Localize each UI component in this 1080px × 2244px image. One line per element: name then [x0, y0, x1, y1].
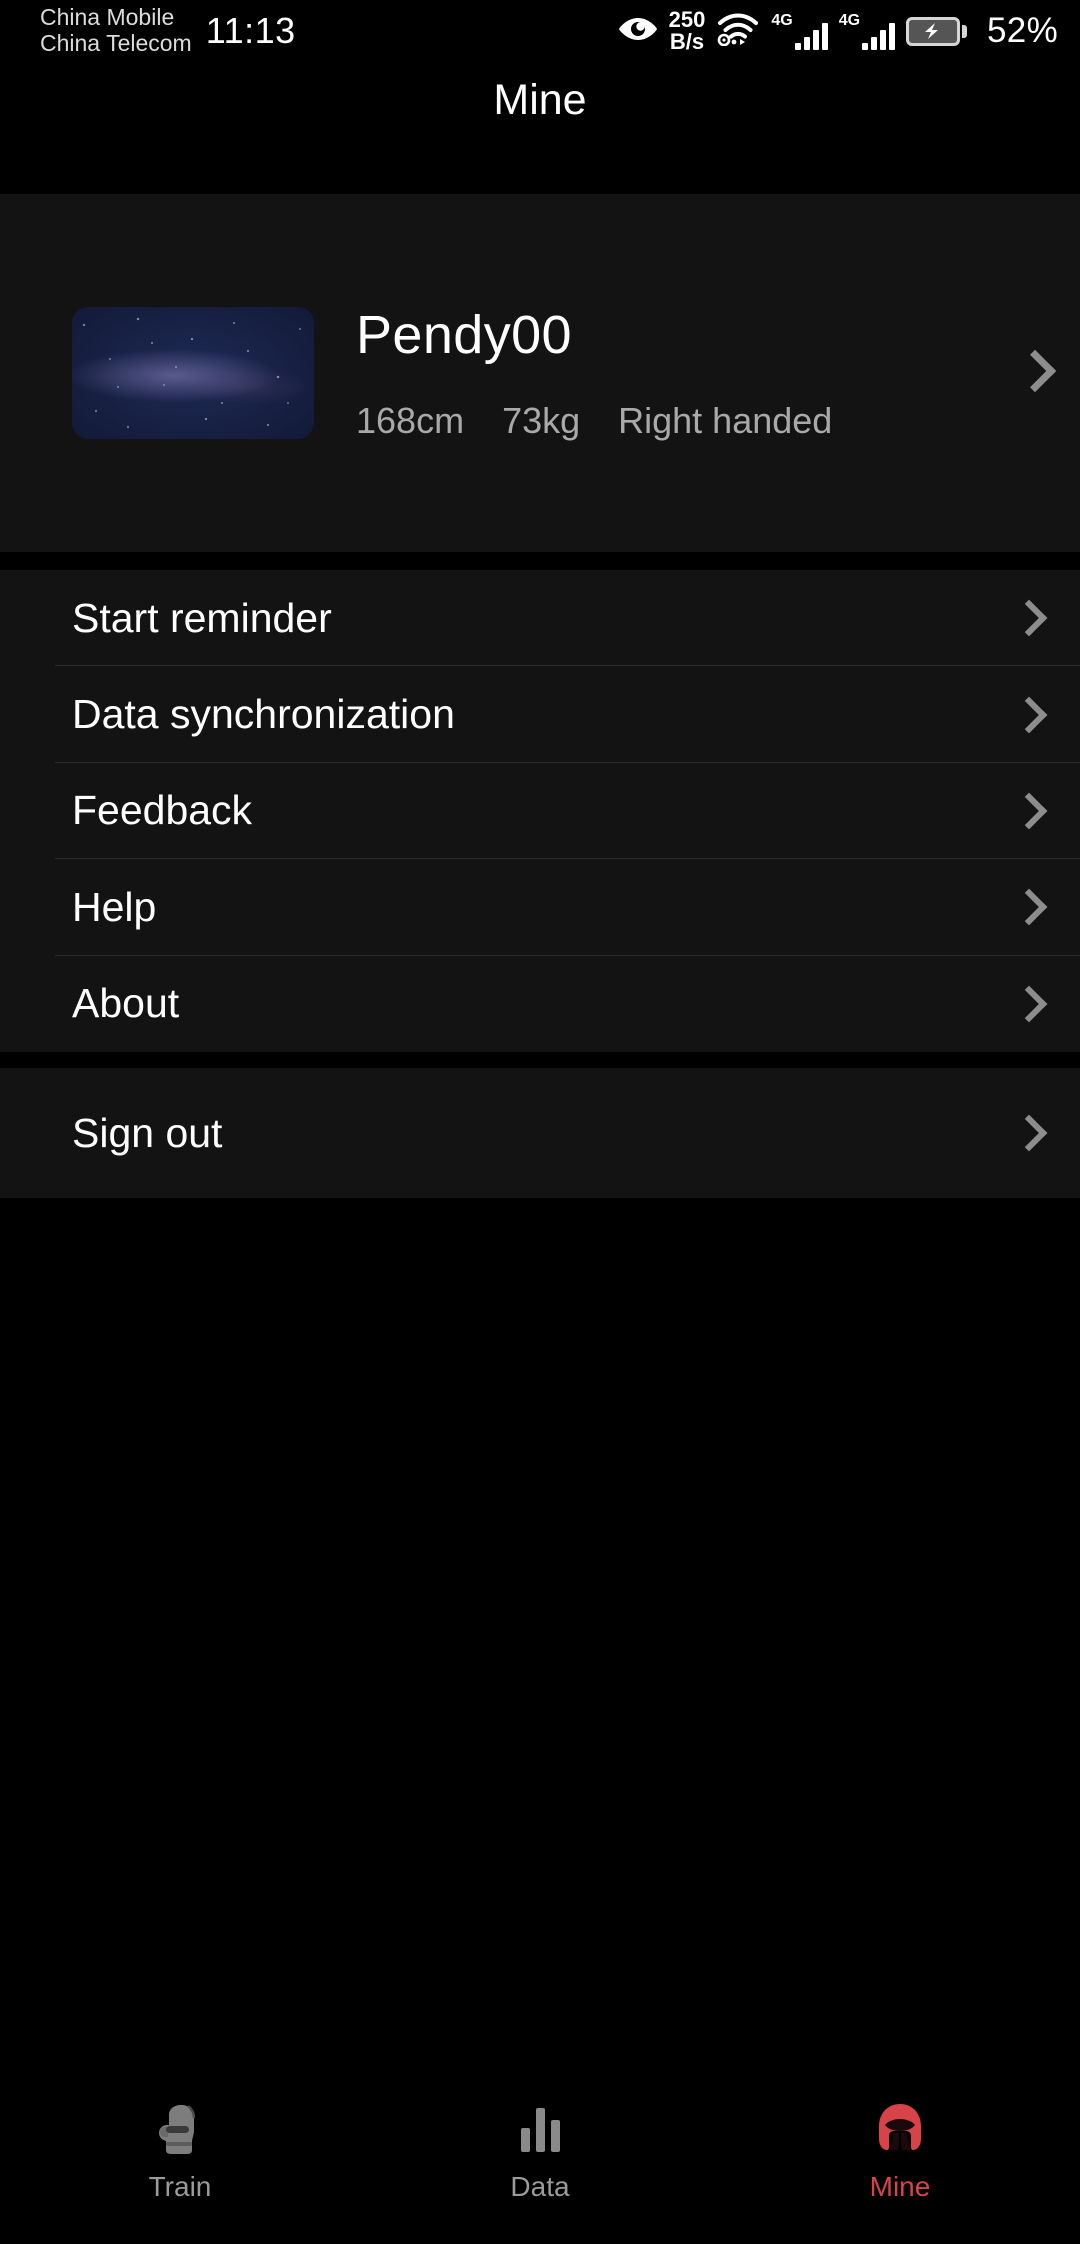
- chevron-right-icon: [1010, 1114, 1048, 1152]
- net-speed-unit: B/s: [669, 29, 705, 54]
- chevron-right-icon: [1010, 696, 1048, 733]
- menu-item-label: Feedback: [72, 787, 253, 834]
- page-title: Mine: [493, 75, 587, 124]
- signal-indicator-1: 4G: [771, 12, 828, 50]
- app-screen: China Mobile China Telecom 11:13 250 B/s: [0, 0, 1080, 2244]
- signal-1-label: 4G: [771, 12, 793, 29]
- menu-item-data-synchronization[interactable]: Data synchronization: [0, 666, 1080, 763]
- signal-2-bars: [862, 20, 896, 50]
- signout-group: Sign out: [0, 1068, 1080, 1198]
- profile-handedness: Right handed: [618, 400, 833, 441]
- nav-tab-label: Train: [148, 2171, 212, 2202]
- page-header: Mine: [0, 62, 1080, 138]
- nav-tab-data[interactable]: Data: [360, 2100, 720, 2203]
- starfield-avatar[interactable]: [72, 307, 314, 439]
- nav-tab-train[interactable]: Train: [0, 2100, 360, 2203]
- status-bar: China Mobile China Telecom 11:13 250 B/s: [0, 0, 1080, 62]
- menu-item-sign-out[interactable]: Sign out: [0, 1068, 1080, 1198]
- menu-item-label: Sign out: [72, 1109, 223, 1156]
- bar-chart-icon: [511, 2100, 569, 2158]
- menu-item-label: About: [72, 980, 180, 1027]
- menu-item-about[interactable]: About: [0, 956, 1080, 1052]
- chevron-right-icon: [1010, 792, 1048, 830]
- profile-stats: 168cm 73kg Right handed: [356, 400, 832, 442]
- carrier-labels: China Mobile China Telecom: [40, 4, 192, 57]
- chevron-right-icon: [1010, 985, 1048, 1023]
- signal-2-label: 4G: [838, 12, 861, 29]
- chevron-right-icon: [1010, 888, 1048, 926]
- menu-item-label: Start reminder: [72, 594, 332, 641]
- boxing-headgear-icon: [871, 2100, 929, 2158]
- nav-tab-mine[interactable]: Mine: [720, 2100, 1080, 2203]
- chevron-right-icon: [1013, 349, 1057, 392]
- network-speed-indicator: 250 B/s: [668, 6, 706, 54]
- bottom-navigation: Train Data Mine: [0, 2074, 1080, 2244]
- net-speed-value: 250: [668, 6, 706, 32]
- wifi-icon: [716, 12, 760, 51]
- signal-indicator-2: 4G: [838, 12, 896, 50]
- nav-tab-label: Mine: [869, 2171, 931, 2202]
- status-icons: 250 B/s 4G 4G 52%: [618, 6, 1058, 54]
- signal-1-bars: [794, 20, 828, 50]
- profile-username: Pendy00: [356, 305, 572, 365]
- carrier-secondary: China Telecom: [40, 30, 192, 56]
- carrier-primary: China Mobile: [40, 4, 175, 31]
- battery-percent: 52%: [987, 11, 1058, 50]
- chevron-right-icon: [1010, 599, 1048, 637]
- menu-item-start-reminder[interactable]: Start reminder: [0, 570, 1080, 667]
- menu-item-label: Help: [72, 883, 157, 930]
- status-clock: 11:13: [205, 10, 296, 51]
- menu-item-help[interactable]: Help: [0, 859, 1080, 956]
- eye-icon: [618, 16, 658, 47]
- battery-charging-icon: [906, 16, 968, 46]
- profile-info: Pendy00 168cm 73kg Right handed: [356, 304, 832, 442]
- nav-tab-label: Data: [510, 2171, 570, 2202]
- settings-menu-group: Start reminder Data synchronization Feed…: [0, 570, 1080, 1052]
- menu-item-feedback[interactable]: Feedback: [0, 763, 1080, 860]
- profile-card[interactable]: Pendy00 168cm 73kg Right handed: [0, 194, 1080, 552]
- profile-weight: 73kg: [502, 400, 581, 441]
- menu-item-label: Data synchronization: [72, 691, 455, 738]
- boxing-glove-icon: [151, 2100, 209, 2158]
- profile-height: 168cm: [356, 400, 465, 441]
